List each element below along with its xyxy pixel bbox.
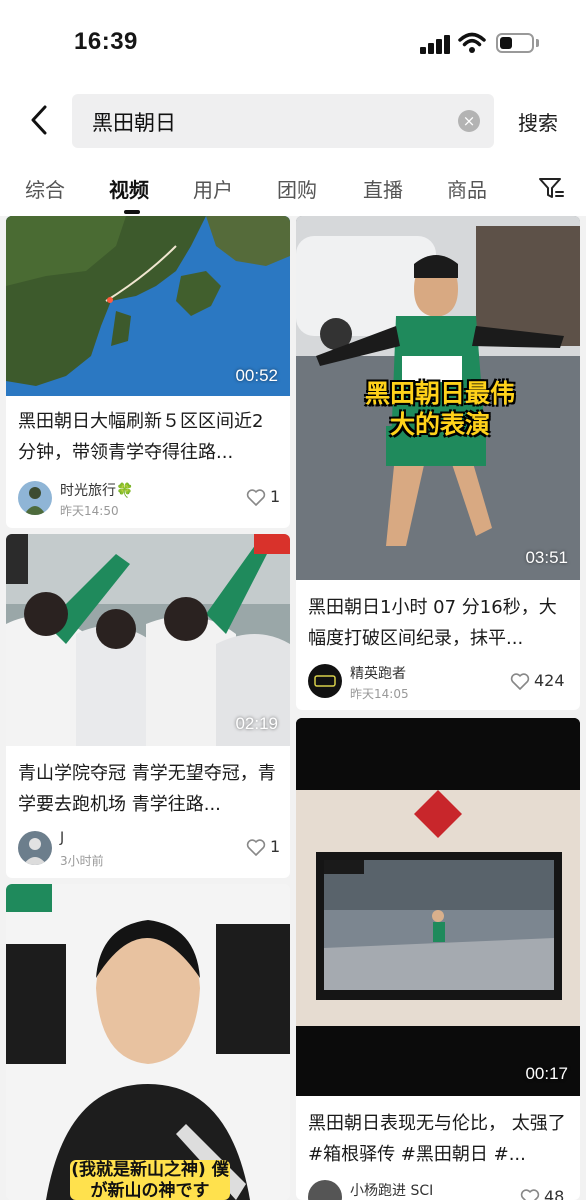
video-duration: 03:51 bbox=[525, 548, 568, 567]
author-name[interactable]: 时光旅行🍀 bbox=[60, 480, 133, 500]
tab-all[interactable]: 综合 bbox=[25, 174, 65, 203]
status-bar: 16:39 bbox=[0, 0, 586, 88]
tv-broadcast-thumbnail-image bbox=[296, 718, 580, 1096]
author-name[interactable]: 精英跑者 bbox=[350, 663, 406, 683]
tab-users[interactable]: 用户 bbox=[193, 174, 233, 203]
search-button[interactable]: 搜索 bbox=[518, 107, 558, 136]
battery-icon bbox=[496, 33, 534, 53]
like-count: 48 bbox=[544, 1187, 565, 1200]
search-header: 黑田朝日 × 搜索 bbox=[0, 88, 586, 154]
video-card[interactable] bbox=[6, 884, 290, 1200]
heart-icon[interactable] bbox=[246, 489, 266, 507]
video-overlay-caption: 黑田朝日最伟大的表演 bbox=[364, 379, 515, 439]
video-card[interactable]: 00:17 黑田朝日表现无与伦比， 太强了#箱根驿传 #黑田朝日 #... 小杨… bbox=[296, 718, 580, 1200]
avatar[interactable] bbox=[18, 481, 52, 515]
like-count: 1 bbox=[270, 487, 281, 506]
battery-tip bbox=[536, 39, 539, 47]
video-duration: 02:19 bbox=[235, 714, 278, 733]
post-time: 昨天14:05 bbox=[350, 687, 409, 701]
wifi-icon bbox=[458, 32, 486, 53]
cellular-signal-icon bbox=[420, 34, 452, 54]
interview-thumbnail-image bbox=[6, 884, 290, 1200]
heart-icon[interactable] bbox=[510, 673, 530, 691]
video-thumbnail[interactable]: 00:52 bbox=[6, 216, 290, 396]
author-name[interactable]: J bbox=[60, 830, 64, 846]
heart-icon[interactable] bbox=[246, 839, 266, 857]
video-card[interactable]: 03:51 黑田朝日1小时 07 分16秒，大幅度打破区间纪录，抹平... 精英… bbox=[296, 216, 580, 710]
video-card[interactable]: 00:52 黑田朝日大幅刷新５区区间近2分钟，带领青学夺得往路... 时光旅行🍀… bbox=[6, 216, 290, 528]
clear-icon[interactable]: × bbox=[458, 110, 480, 132]
post-time: 3小时前 bbox=[60, 854, 104, 868]
status-time: 16:39 bbox=[74, 28, 138, 55]
tab-group-buy[interactable]: 团购 bbox=[277, 174, 317, 203]
video-title[interactable]: 黑田朝日1小时 07 分16秒，大幅度打破区间纪录，抹平... bbox=[308, 592, 568, 654]
author-name[interactable]: 小杨跑进 SCI bbox=[350, 1180, 433, 1200]
heart-icon[interactable] bbox=[520, 1189, 540, 1200]
video-thumbnail[interactable] bbox=[6, 884, 290, 1200]
tab-products[interactable]: 商品 bbox=[447, 174, 487, 203]
back-arrow-icon[interactable] bbox=[22, 102, 58, 138]
like-count: 424 bbox=[534, 671, 565, 690]
like-count: 1 bbox=[270, 837, 281, 856]
tab-video[interactable]: 视频 bbox=[109, 174, 149, 203]
video-card[interactable]: 02:19 青山学院夺冠 青学无望夺冠，青学要去跑机场 青学往路... J 3小… bbox=[6, 534, 290, 878]
video-duration: 00:52 bbox=[235, 366, 278, 385]
video-duration: 00:17 bbox=[525, 1064, 568, 1083]
video-title[interactable]: 青山学院夺冠 青学无望夺冠，青学要去跑机场 青学往路... bbox=[18, 758, 278, 820]
video-thumbnail[interactable]: 02:19 bbox=[6, 534, 290, 746]
avatar[interactable] bbox=[18, 831, 52, 865]
tab-bar: 综合 视频 用户 团购 直播 商品 bbox=[0, 154, 586, 216]
video-title[interactable]: 黑田朝日大幅刷新５区区间近2分钟，带领青学夺得往路... bbox=[18, 406, 278, 468]
post-time: 昨天14:50 bbox=[60, 504, 119, 518]
search-input[interactable]: 黑田朝日 × bbox=[72, 94, 494, 148]
active-tab-indicator bbox=[124, 210, 140, 214]
avatar[interactable] bbox=[308, 664, 342, 698]
filter-icon[interactable] bbox=[537, 174, 565, 202]
video-subtitle: (我就是新山之神) 僕が新山の神です bbox=[70, 1160, 230, 1200]
tab-live[interactable]: 直播 bbox=[363, 174, 403, 203]
avatar[interactable] bbox=[308, 1180, 342, 1200]
video-thumbnail[interactable]: 00:17 bbox=[296, 718, 580, 1096]
video-title[interactable]: 黑田朝日表现无与伦比， 太强了#箱根驿传 #黑田朝日 #... bbox=[308, 1108, 568, 1170]
search-query[interactable]: 黑田朝日 bbox=[92, 107, 176, 137]
